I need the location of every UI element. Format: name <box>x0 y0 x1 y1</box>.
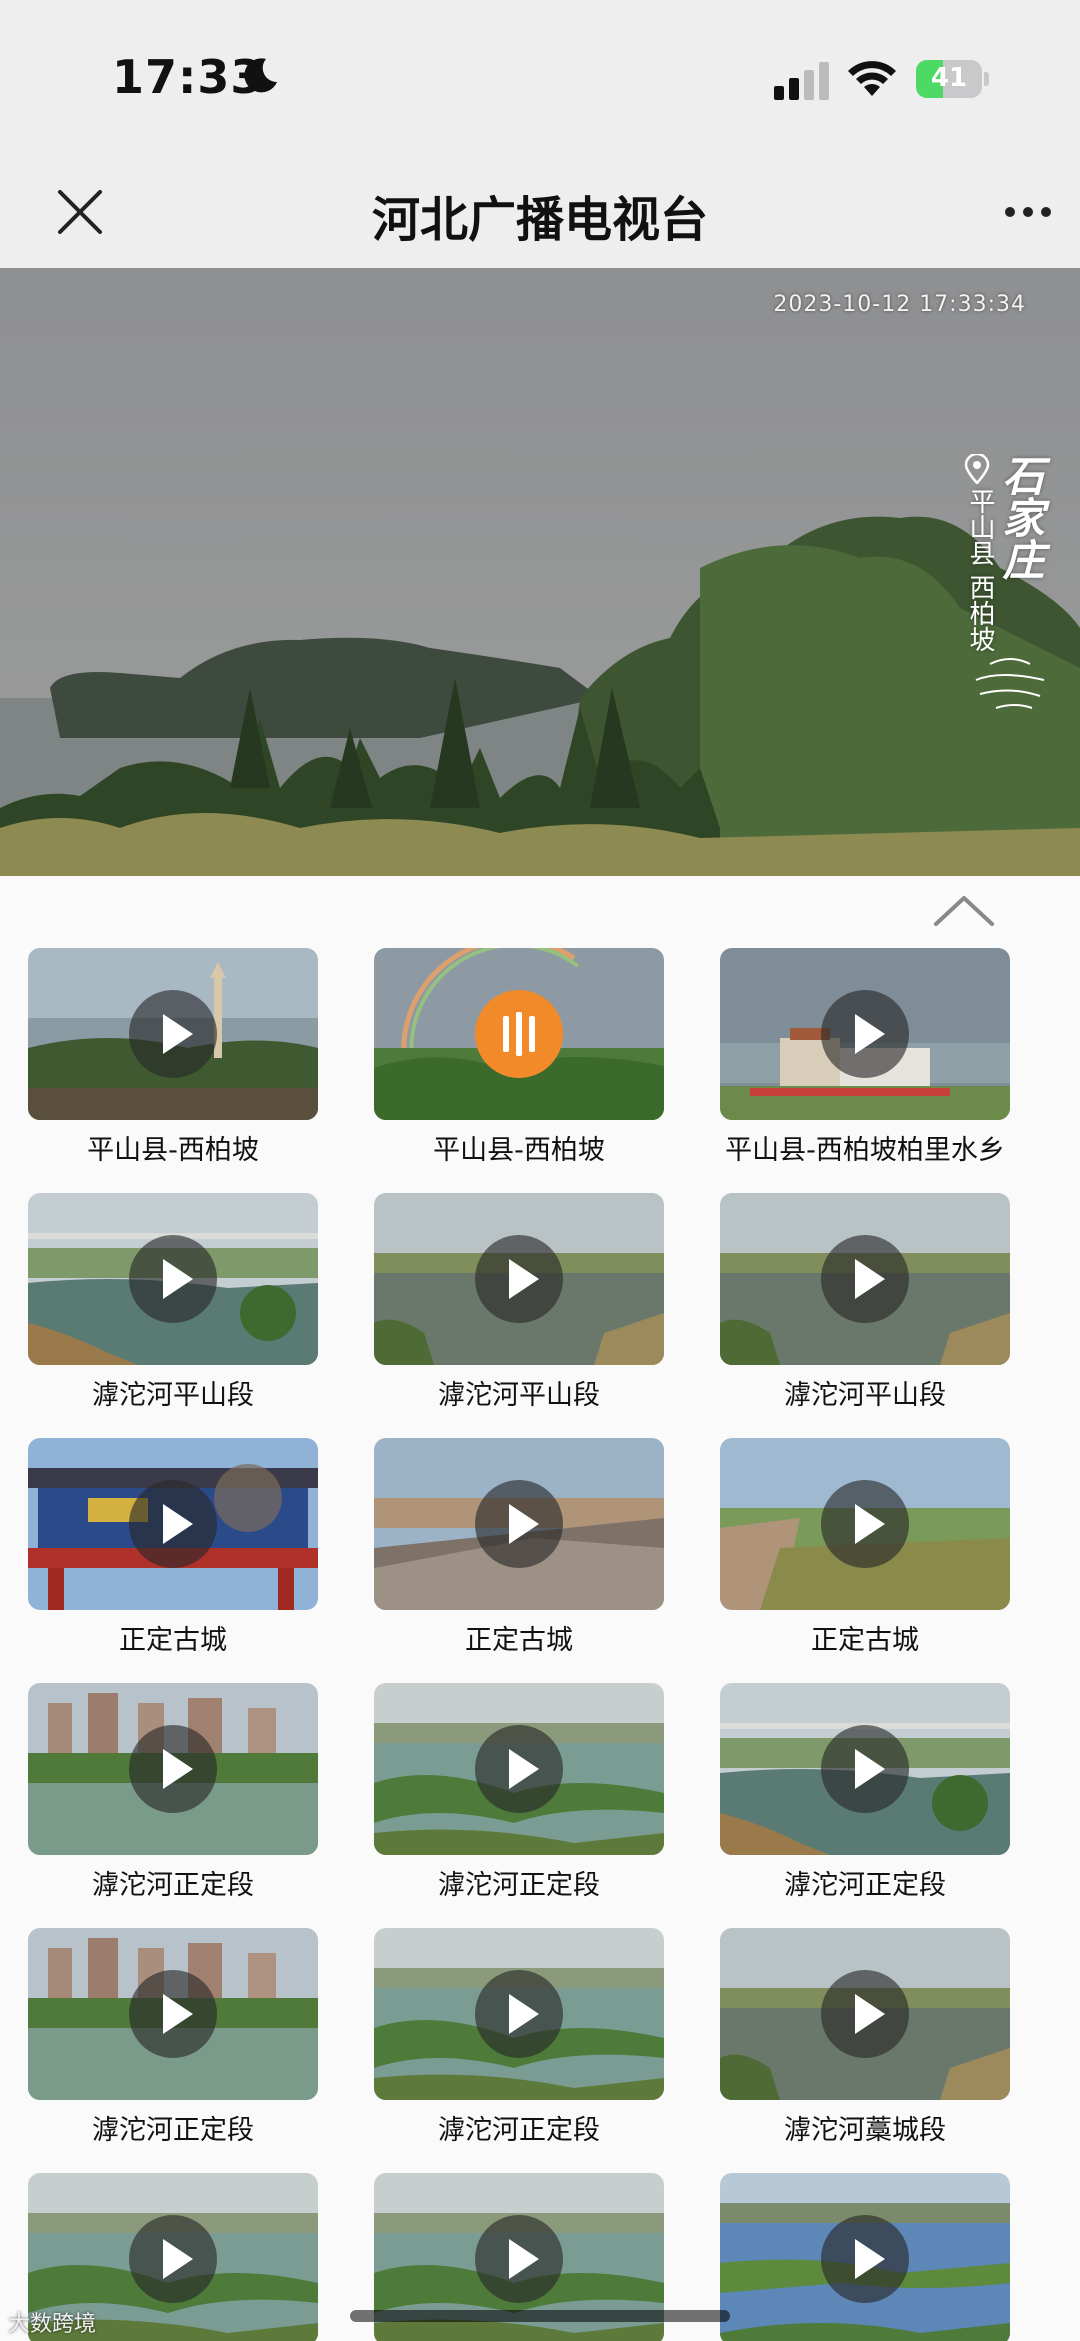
location-pin-icon <box>964 454 990 484</box>
channel-thumbnail[interactable] <box>374 948 664 1120</box>
channel-thumbnail[interactable] <box>374 1928 664 2100</box>
channel-card[interactable]: 平山县-西柏坡 <box>374 948 664 1178</box>
play-icon[interactable] <box>821 1725 909 1813</box>
status-time: 17:33 <box>112 50 264 104</box>
status-bar: 17:33 41 <box>0 0 1080 160</box>
page-title: 河北广播电视台 <box>371 192 708 248</box>
channel-thumbnail[interactable] <box>374 1193 664 1365</box>
channel-card[interactable]: 滹沱河藁城段 <box>720 1928 1010 2158</box>
location-area: 平山县 西柏坡 <box>965 488 995 653</box>
play-icon[interactable] <box>129 1235 217 1323</box>
play-icon[interactable] <box>475 2215 563 2303</box>
channel-title: 滹沱河藁城段 <box>784 2115 946 2146</box>
location-stamp: 石家庄 平山县 西柏坡 <box>960 454 1070 814</box>
channel-card[interactable]: 正定古城 <box>720 1438 1010 1668</box>
home-indicator[interactable] <box>350 2310 730 2322</box>
channel-title: 正定古城 <box>465 1625 573 1656</box>
play-icon[interactable] <box>129 1480 217 1568</box>
play-icon[interactable] <box>475 1970 563 2058</box>
channel-card[interactable]: 正定古城 <box>374 1438 664 1668</box>
moon-icon <box>244 58 277 93</box>
channel-thumbnail[interactable] <box>28 1928 318 2100</box>
video-player[interactable]: 2023-10-12 17:33:34 石家庄 平山县 西柏坡 <box>0 268 1080 876</box>
channel-thumbnail[interactable] <box>720 1683 1010 1855</box>
location-city: 石家庄 <box>996 454 1045 580</box>
watermark: 大数跨境 <box>8 2312 97 2337</box>
channel-card[interactable]: 滹沱河正定段 <box>720 1683 1010 1913</box>
wifi-icon <box>848 61 896 96</box>
channel-title: 滹沱河平山段 <box>92 1380 254 1411</box>
channel-thumbnail[interactable] <box>720 2173 1010 2341</box>
channel-title: 平山县-西柏坡 <box>433 1135 605 1166</box>
play-icon[interactable] <box>821 1480 909 1568</box>
channel-card[interactable]: 滹沱河平山段 <box>374 1193 664 1423</box>
channel-card[interactable]: 正定古城 <box>28 1438 318 1668</box>
channel-thumbnail[interactable] <box>28 948 318 1120</box>
video-frame <box>0 268 1080 876</box>
channel-thumbnail[interactable] <box>720 1928 1010 2100</box>
video-timestamp: 2023-10-12 17:33:34 <box>773 292 1026 317</box>
channel-thumbnail[interactable] <box>28 1438 318 1610</box>
channel-title: 正定古城 <box>811 1625 919 1656</box>
play-icon[interactable] <box>129 2215 217 2303</box>
channel-title: 滹沱河平山段 <box>438 1380 600 1411</box>
channel-card[interactable] <box>720 2173 1010 2341</box>
channel-thumbnail[interactable] <box>720 948 1010 1120</box>
play-icon[interactable] <box>475 1725 563 1813</box>
play-icon[interactable] <box>821 2215 909 2303</box>
signal-icon <box>774 62 829 100</box>
channel-card[interactable]: 滹沱河平山段 <box>28 1193 318 1423</box>
channel-title: 滹沱河正定段 <box>438 2115 600 2146</box>
play-icon[interactable] <box>475 1235 563 1323</box>
channel-title: 滹沱河正定段 <box>92 2115 254 2146</box>
channel-card[interactable]: 滹沱河平山段 <box>720 1193 1010 1423</box>
channel-title: 滹沱河正定段 <box>438 1870 600 1901</box>
play-icon[interactable] <box>821 1235 909 1323</box>
play-icon[interactable] <box>129 1725 217 1813</box>
channel-thumbnail[interactable] <box>720 1438 1010 1610</box>
nav-bar: 河北广播电视台 <box>0 160 1080 268</box>
battery-icon: 41 <box>916 60 990 98</box>
channel-thumbnail[interactable] <box>28 1683 318 1855</box>
channel-title: 滹沱河平山段 <box>784 1380 946 1411</box>
channel-card[interactable]: 滹沱河正定段 <box>28 1928 318 2158</box>
play-icon[interactable] <box>821 1970 909 2058</box>
channel-title: 滹沱河正定段 <box>784 1870 946 1901</box>
channel-title: 滹沱河正定段 <box>92 1870 254 1901</box>
channel-card[interactable]: 平山县-西柏坡 <box>28 948 318 1178</box>
channel-thumbnail[interactable] <box>720 1193 1010 1365</box>
channel-title: 正定古城 <box>119 1625 227 1656</box>
wave-icon <box>975 658 1045 709</box>
channel-card[interactable]: 滹沱河正定段 <box>28 1683 318 1913</box>
play-icon[interactable] <box>129 1970 217 2058</box>
channel-thumbnail[interactable] <box>374 1683 664 1855</box>
play-icon[interactable] <box>129 990 217 1078</box>
channel-title: 平山县-西柏坡柏里水乡 <box>725 1135 1005 1166</box>
channel-card[interactable]: 滹沱河正定段 <box>374 1928 664 2158</box>
channel-card[interactable]: 滹沱河正定段 <box>374 1683 664 1913</box>
channel-thumbnail[interactable] <box>374 1438 664 1610</box>
channel-card[interactable]: 平山县-西柏坡柏里水乡 <box>720 948 1010 1178</box>
chevron-up-icon[interactable] <box>932 890 996 930</box>
playing-indicator-icon[interactable] <box>475 990 563 1078</box>
channel-thumbnail[interactable] <box>28 1193 318 1365</box>
play-icon[interactable] <box>475 1480 563 1568</box>
battery-level: 41 <box>930 63 968 93</box>
play-icon[interactable] <box>821 990 909 1078</box>
channel-panel: 平山县-西柏坡 平山县-西柏坡 平山县-西柏坡柏里水乡 滹沱河平山段 滹沱河平山段 滹沱河… <box>0 876 1080 2341</box>
channel-title: 平山县-西柏坡 <box>87 1135 259 1166</box>
more-icon[interactable] <box>1000 190 1060 234</box>
